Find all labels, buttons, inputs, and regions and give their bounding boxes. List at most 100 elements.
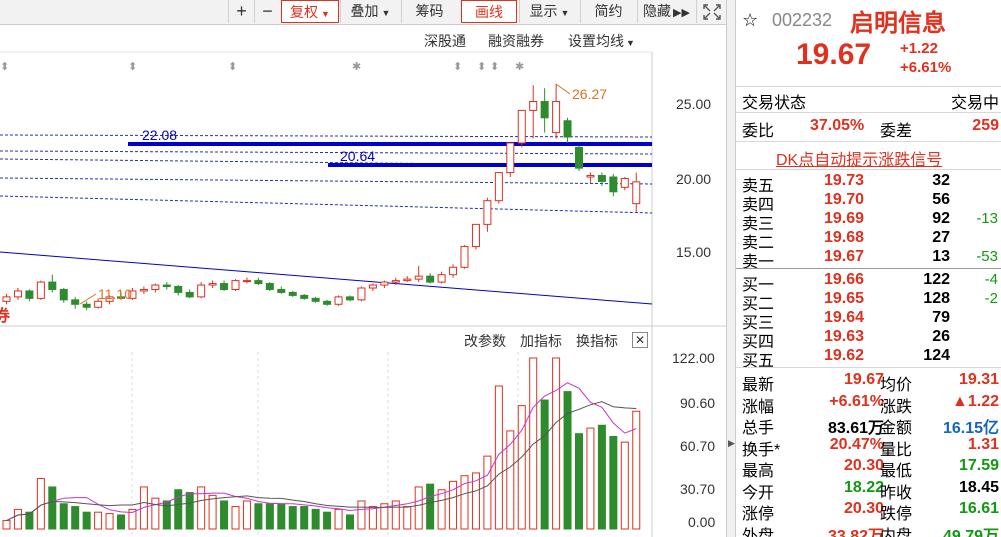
stat-label: 金额: [880, 420, 913, 437]
volume-bar: [208, 494, 217, 530]
volume-bar: [300, 506, 309, 530]
bid-price: 19.63: [824, 328, 865, 345]
volume-bar: [254, 503, 263, 530]
kline-chart-area[interactable]: + − 复权 ▼ 叠加 ▼ 筹码 画线 显示 ▼ 简约 隐藏 ▶▶ 深股通 融资融券 设…: [0, 0, 726, 537]
bid-ask-divider: [736, 268, 1001, 269]
stat-label: 今开: [742, 484, 775, 502]
candle-body: [575, 146, 583, 169]
event-marker-icon: ⬍: [453, 61, 462, 73]
candle-body: [437, 274, 446, 283]
candle-body: [174, 286, 183, 293]
event-marker-icon: ⬍: [490, 61, 499, 73]
low-arrow: [79, 293, 97, 305]
divider: [736, 169, 1001, 170]
stat-label: 量比: [880, 441, 913, 459]
candle-body: [2, 296, 11, 302]
candle-body: [311, 297, 320, 302]
vol-tick-60: 60.70: [680, 438, 715, 454]
indicator-close-button[interactable]: ✕: [632, 332, 648, 348]
support-level-line: [328, 163, 652, 167]
stat-value: 19.67: [843, 371, 884, 388]
candle-body: [277, 288, 286, 293]
stat-label: 涨跌: [880, 398, 913, 416]
ask-delta: -13: [976, 210, 998, 227]
ask-price: 19.68: [824, 229, 865, 246]
stat-value: 20.30: [843, 500, 884, 517]
stat-label: 最低: [880, 463, 913, 480]
panel-splitter[interactable]: ▶: [726, 0, 736, 537]
stat-value: 20.30: [843, 457, 884, 474]
volume-bar: [71, 506, 80, 530]
jiazhibiao-link[interactable]: 加指标: [520, 331, 562, 351]
ask-volume: 32: [932, 172, 950, 189]
volume-bar: [575, 433, 583, 530]
volume-bar: [151, 497, 160, 530]
stat-value: 16.61: [958, 500, 999, 517]
volume-bar: [174, 489, 183, 530]
dk-signal-link[interactable]: DK点自动提示涨跌信号: [776, 146, 942, 170]
candle-body: [334, 296, 343, 305]
candle-body: [151, 284, 160, 290]
vol-tick-122: 122.00: [672, 350, 715, 366]
candle-body: [82, 303, 91, 308]
candle-body: [208, 283, 217, 286]
stat-label: 涨停: [742, 506, 775, 523]
bid-volume: 79: [932, 309, 950, 326]
candle-body: [517, 109, 526, 144]
vol-tick-90: 90.60: [680, 395, 715, 411]
volume-bar: [265, 503, 274, 530]
event-marker-icon: ⬍: [228, 61, 237, 73]
volume-bar: [105, 513, 114, 530]
bid-price: 19.66: [824, 271, 865, 288]
channel-line: [0, 177, 653, 185]
candle-body: [185, 291, 194, 298]
divider: [736, 367, 1001, 368]
candle-body: [59, 288, 68, 301]
candle-body: [48, 281, 57, 290]
weicha-value: 259: [972, 117, 999, 134]
candle-body: [139, 288, 148, 292]
volume-bar: [48, 486, 57, 530]
volume-bar: [414, 486, 423, 530]
candle-body: [197, 284, 206, 298]
stat-value: ▲1.22: [952, 392, 999, 410]
candle-body: [265, 283, 274, 290]
stock-name: 启明信息: [850, 10, 946, 37]
stat-label: 均价: [880, 377, 913, 394]
volume-bar: [403, 506, 412, 530]
volume-bar: [242, 500, 251, 530]
candle-body: [242, 280, 251, 283]
candle-body: [71, 299, 80, 305]
volume-bar: [437, 489, 446, 530]
stat-value: 49.79万: [942, 527, 999, 537]
volume-bar: [277, 503, 286, 530]
candle-body: [426, 275, 435, 283]
stat-label: 外盘: [742, 527, 775, 537]
volume-bar: [597, 424, 606, 530]
volume-bar: [368, 506, 377, 530]
stat-label: 跌停: [880, 506, 913, 523]
stat-label: 最高: [742, 463, 775, 480]
volume-bar: [311, 508, 320, 530]
event-marker-icon: ⬍: [477, 61, 486, 73]
ask-volume: 27: [932, 229, 950, 246]
stat-label: 总手: [742, 420, 775, 437]
stat-label: 昨收: [880, 484, 913, 502]
weibi-value: 37.05%: [810, 117, 865, 134]
star-icon[interactable]: ☆: [742, 10, 758, 31]
bid-price: 19.62: [824, 347, 865, 364]
close-icon: ✕: [634, 333, 646, 347]
event-marker-icon: ⬍: [0, 61, 9, 73]
huanzhibiao-link[interactable]: 换指标: [576, 331, 618, 351]
gaicanshu-link[interactable]: 改参数: [464, 331, 506, 351]
stat-value: 17.59: [958, 457, 999, 474]
volume-bar: [323, 511, 332, 530]
candle-body: [288, 291, 297, 296]
price-tick-25: 25.00: [676, 96, 711, 112]
volume-bar: [609, 435, 618, 530]
candle-body: [36, 281, 45, 299]
bid-price: 19.64: [824, 309, 865, 326]
candle-body: [483, 200, 492, 225]
bid-delta: -4: [984, 271, 998, 288]
divider: [736, 141, 1001, 142]
